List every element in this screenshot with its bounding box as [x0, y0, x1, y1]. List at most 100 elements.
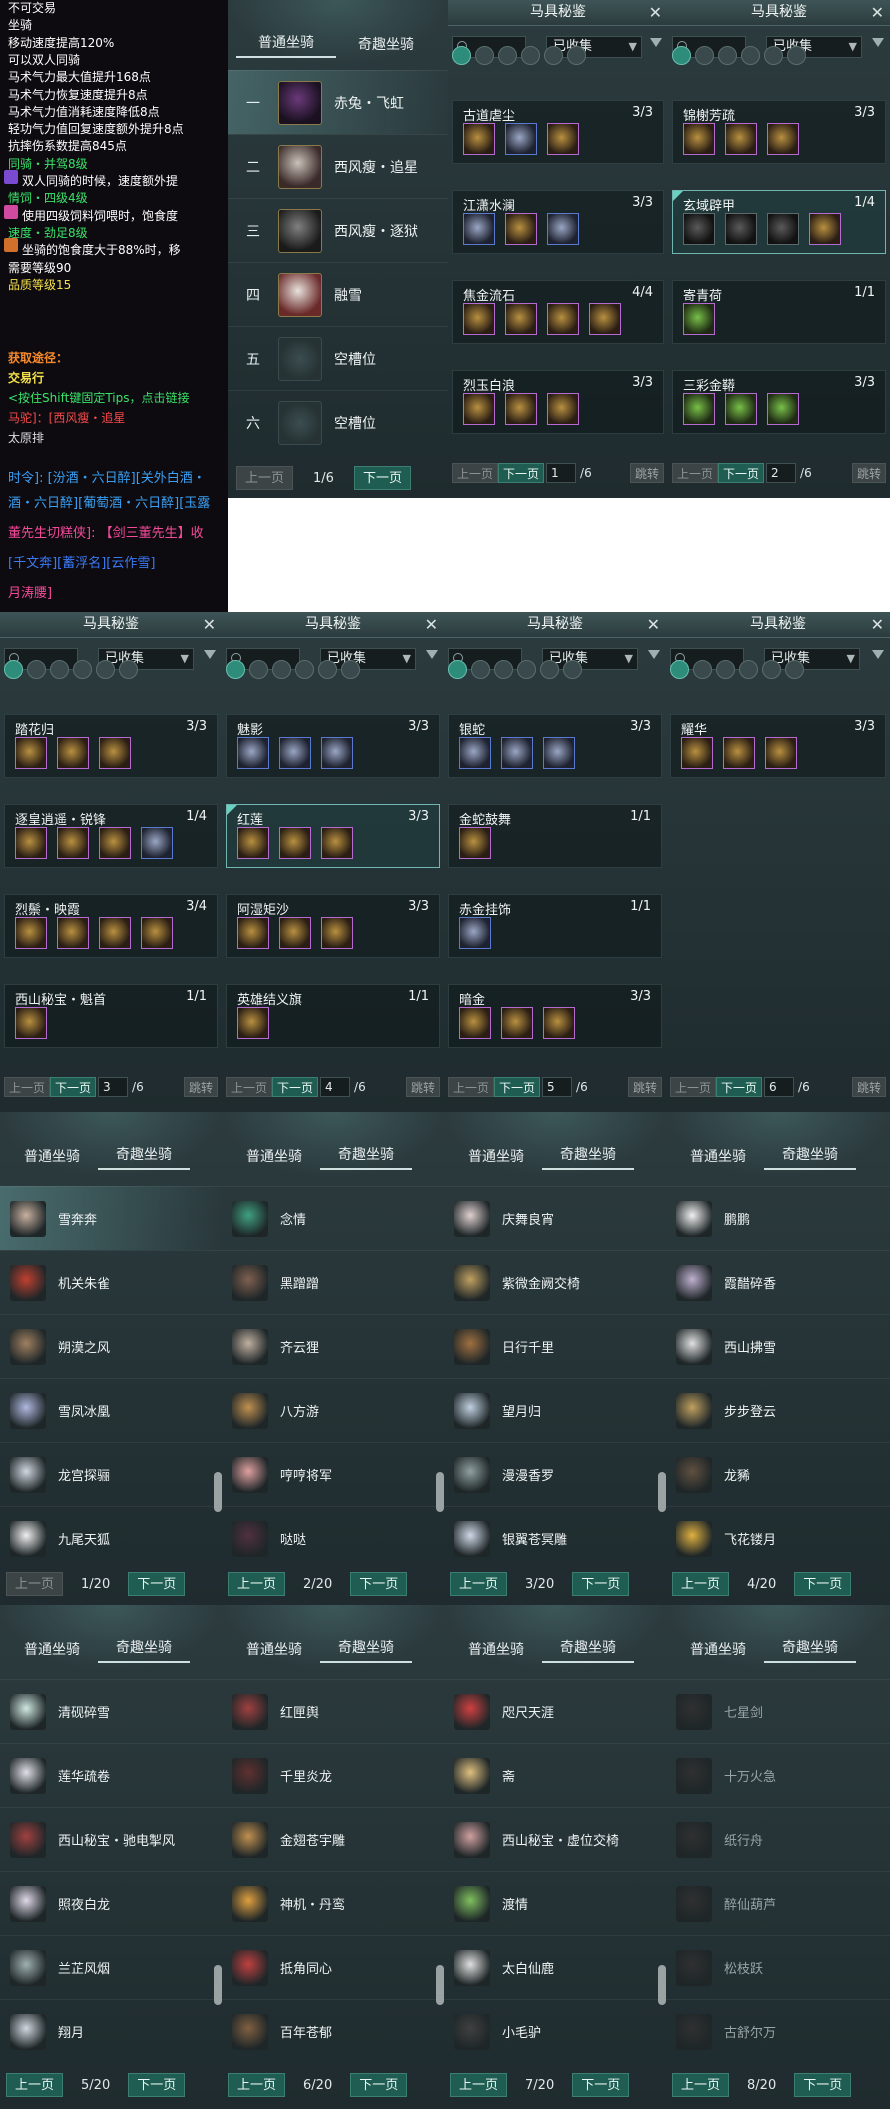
tab-fun-mounts[interactable]: 奇趣坐骑 [98, 1637, 190, 1663]
harness-item-icon[interactable] [547, 303, 579, 335]
harness-item-icon[interactable] [547, 123, 579, 155]
fun-mount-row[interactable]: 醉仙葫芦 [666, 1871, 890, 1935]
harness-item-icon[interactable] [681, 737, 713, 769]
category-filter-icon[interactable] [764, 46, 783, 65]
fun-mount-row[interactable]: 庆舞良宵 [444, 1186, 666, 1250]
category-filter-icon[interactable] [226, 660, 245, 679]
category-filter-icon[interactable] [341, 660, 360, 679]
category-filter-icon[interactable] [318, 660, 337, 679]
fun-mount-row[interactable]: 翔月 [0, 1999, 222, 2063]
fun-mount-row[interactable]: 兰芷风烟 [0, 1935, 222, 1999]
fun-mount-row[interactable]: 九尾天狐 [0, 1506, 222, 1570]
category-filter-icon[interactable] [249, 660, 268, 679]
category-filter-icon[interactable] [27, 660, 46, 679]
harness-item-icon[interactable] [459, 827, 491, 859]
harness-item-icon[interactable] [809, 213, 841, 245]
filter-icon[interactable] [650, 38, 662, 47]
harness-item-icon[interactable] [683, 213, 715, 245]
fun-mount-row[interactable]: 日行千里 [444, 1314, 666, 1378]
fun-mount-row[interactable]: 漫漫香罗 [444, 1442, 666, 1506]
next-page-button[interactable]: 下一页 [718, 463, 765, 483]
category-filter-icon[interactable] [739, 660, 758, 679]
mount-slot-row[interactable]: 三 西风瘦・逐狱 [228, 198, 448, 262]
fun-mount-row[interactable]: 八方游 [222, 1378, 444, 1442]
harness-item-icon[interactable] [683, 303, 715, 335]
harness-set-card[interactable]: 锦榭芳疏 3/3 [672, 100, 886, 164]
fun-mount-row[interactable]: 清砚碎雪 [0, 1679, 222, 1743]
filter-icon[interactable] [204, 650, 216, 659]
filter-icon[interactable] [872, 650, 884, 659]
harness-item-icon[interactable] [57, 917, 89, 949]
fun-mount-row[interactable]: 斋 [444, 1743, 666, 1807]
harness-item-icon[interactable] [237, 917, 269, 949]
fun-mount-row[interactable]: 黑蹭蹭 [222, 1250, 444, 1314]
category-filter-icon[interactable] [785, 660, 804, 679]
jump-button[interactable]: 跳转 [405, 1077, 440, 1097]
tab-normal-mounts[interactable]: 普通坐骑 [228, 1146, 320, 1170]
harness-set-card[interactable]: 阿湿矩沙 3/3 [226, 894, 440, 958]
harness-item-icon[interactable] [463, 393, 495, 425]
fun-mount-row[interactable]: 百年苍郁 [222, 1999, 444, 2063]
prev-page-button[interactable]: 上一页 [672, 2073, 730, 2097]
fun-mount-row[interactable]: 霞醋碎香 [666, 1250, 890, 1314]
harness-item-icon[interactable] [547, 393, 579, 425]
next-page-button[interactable]: 下一页 [350, 1572, 408, 1596]
category-filter-icon[interactable] [498, 46, 517, 65]
harness-item-icon[interactable] [463, 213, 495, 245]
tab-normal-mounts[interactable]: 普通坐骑 [228, 1639, 320, 1663]
next-page-button[interactable]: 下一页 [498, 463, 545, 483]
close-icon[interactable]: ✕ [871, 3, 884, 22]
category-filter-icon[interactable] [119, 660, 138, 679]
harness-item-icon[interactable] [57, 827, 89, 859]
harness-item-icon[interactable] [501, 1007, 533, 1039]
fun-mount-row[interactable]: 渡情 [444, 1871, 666, 1935]
prev-page-button[interactable]: 上一页 [448, 1077, 495, 1097]
harness-set-card[interactable]: 红莲 3/3 [226, 804, 440, 868]
prev-page-button[interactable]: 上一页 [236, 466, 294, 490]
fun-mount-row[interactable]: 念情 [222, 1186, 444, 1250]
tab-normal-mounts[interactable]: 普通坐骑 [450, 1639, 542, 1663]
harness-item-icon[interactable] [501, 737, 533, 769]
harness-item-icon[interactable] [237, 1007, 269, 1039]
harness-set-card[interactable]: 烈玉白浪 3/3 [452, 370, 664, 434]
harness-set-card[interactable]: 玄域辟甲 1/4 [672, 190, 886, 254]
next-page-button[interactable]: 下一页 [794, 1572, 852, 1596]
mount-slot-row[interactable]: 一 赤兔・飞虹 [228, 70, 448, 134]
fun-mount-row[interactable]: 机关朱雀 [0, 1250, 222, 1314]
harness-set-card[interactable]: 金蛇鼓舞 1/1 [448, 804, 662, 868]
jump-button[interactable]: 跳转 [851, 1077, 886, 1097]
fun-mount-row[interactable]: 鹏鹏 [666, 1186, 890, 1250]
fun-mount-row[interactable]: 莲华疏卷 [0, 1743, 222, 1807]
harness-item-icon[interactable] [141, 827, 173, 859]
category-filter-icon[interactable] [272, 660, 291, 679]
category-filter-icon[interactable] [521, 46, 540, 65]
harness-set-card[interactable]: 焦金流石 4/4 [452, 280, 664, 344]
fun-mount-row[interactable]: 红匣舆 [222, 1679, 444, 1743]
scrollbar-handle[interactable] [214, 1965, 222, 2005]
prev-page-button[interactable]: 上一页 [228, 1572, 286, 1596]
category-filter-icon[interactable] [741, 46, 760, 65]
prev-page-button[interactable]: 上一页 [672, 1572, 730, 1596]
harness-item-icon[interactable] [321, 737, 353, 769]
scrollbar-handle[interactable] [436, 1472, 444, 1512]
jump-button[interactable]: 跳转 [183, 1077, 218, 1097]
category-filter-icon[interactable] [452, 46, 471, 65]
fun-mount-row[interactable]: 紫微金阙交椅 [444, 1250, 666, 1314]
close-icon[interactable]: ✕ [871, 615, 884, 634]
harness-item-icon[interactable] [683, 393, 715, 425]
next-page-button[interactable]: 下一页 [494, 1077, 541, 1097]
filter-icon[interactable] [426, 650, 438, 659]
category-filter-icon[interactable] [563, 660, 582, 679]
fun-mount-row[interactable]: 金翅苍宇雕 [222, 1807, 444, 1871]
jump-button[interactable]: 跳转 [851, 463, 886, 483]
category-filter-icon[interactable] [716, 660, 735, 679]
next-page-button[interactable]: 下一页 [572, 2073, 630, 2097]
harness-set-card[interactable]: 西山秘宝・魁首 1/1 [4, 984, 218, 1048]
fun-mount-row[interactable]: 古舒尔万 [666, 1999, 890, 2063]
harness-item-icon[interactable] [767, 213, 799, 245]
category-filter-icon[interactable] [96, 660, 115, 679]
harness-item-icon[interactable] [321, 917, 353, 949]
category-filter-icon[interactable] [670, 660, 689, 679]
tab-normal-mounts[interactable]: 普通坐骑 [450, 1146, 542, 1170]
category-filter-icon[interactable] [494, 660, 513, 679]
